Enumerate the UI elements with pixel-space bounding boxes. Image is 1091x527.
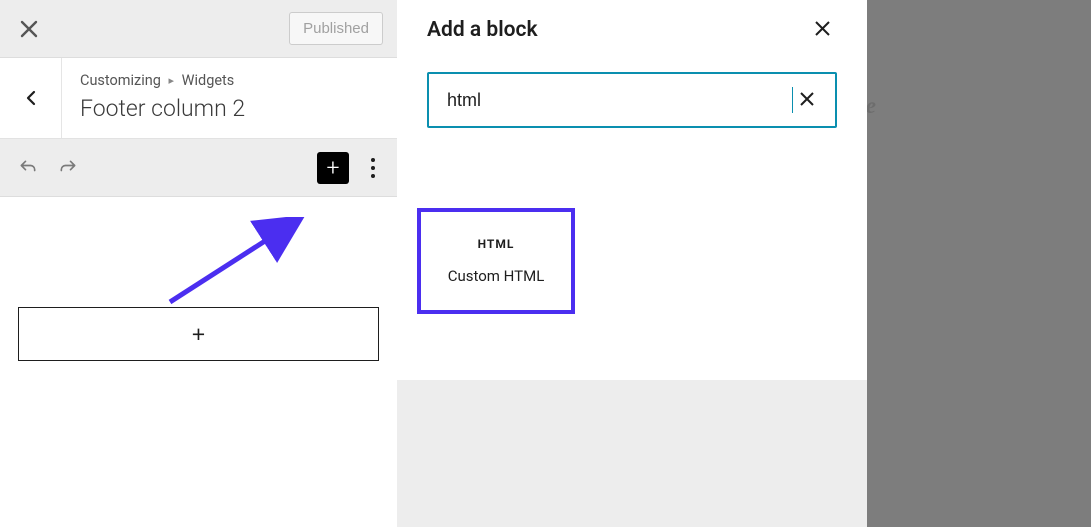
close-customizer-button[interactable] [0, 0, 58, 58]
block-results: HTML Custom HTML [397, 138, 867, 314]
block-search-field[interactable] [427, 72, 837, 128]
preview-divider [867, 479, 1091, 482]
customizer-topbar: Published [0, 0, 397, 58]
chevron-left-icon [23, 90, 39, 106]
publish-status-button[interactable]: Published [289, 12, 383, 45]
widget-area: + [0, 197, 397, 527]
block-inserter-popover: Add a block HTML Custom HTML [397, 0, 867, 527]
plus-icon: + [192, 321, 205, 348]
popover-title: Add a block [427, 18, 538, 42]
plus-icon: + [327, 156, 340, 179]
breadcrumb-parent: Widgets [182, 72, 235, 89]
add-block-button[interactable]: + [317, 152, 349, 184]
more-options-button[interactable] [367, 154, 379, 182]
block-label: Custom HTML [448, 267, 545, 285]
breadcrumb: Customizing ▸ Widgets Footer column 2 [62, 58, 397, 138]
redo-button[interactable] [58, 158, 78, 178]
block-option-custom-html[interactable]: HTML Custom HTML [417, 208, 575, 314]
html-icon: HTML [478, 237, 515, 251]
clear-search-button[interactable] [793, 82, 821, 118]
breadcrumb-row: Customizing ▸ Widgets Footer column 2 [0, 58, 397, 139]
customizer-panel: Published Customizing ▸ Widgets Footer c… [0, 0, 397, 527]
breadcrumb-root: Customizing [80, 72, 161, 89]
close-icon [814, 20, 831, 37]
site-preview: sting Site another WordPress site mepage [867, 0, 1091, 527]
section-title: Footer column 2 [80, 95, 379, 122]
add-block-outline-button[interactable]: + [18, 307, 379, 361]
chevron-right-icon: ▸ [169, 74, 175, 87]
editor-toolbar: + [0, 139, 397, 197]
undo-button[interactable] [18, 158, 38, 178]
popover-footer [397, 380, 867, 527]
close-icon [799, 91, 815, 107]
annotation-arrow [165, 217, 305, 307]
close-icon [20, 20, 38, 38]
back-button[interactable] [0, 58, 62, 138]
block-search-input[interactable] [447, 74, 794, 126]
popover-close-button[interactable] [808, 12, 837, 48]
